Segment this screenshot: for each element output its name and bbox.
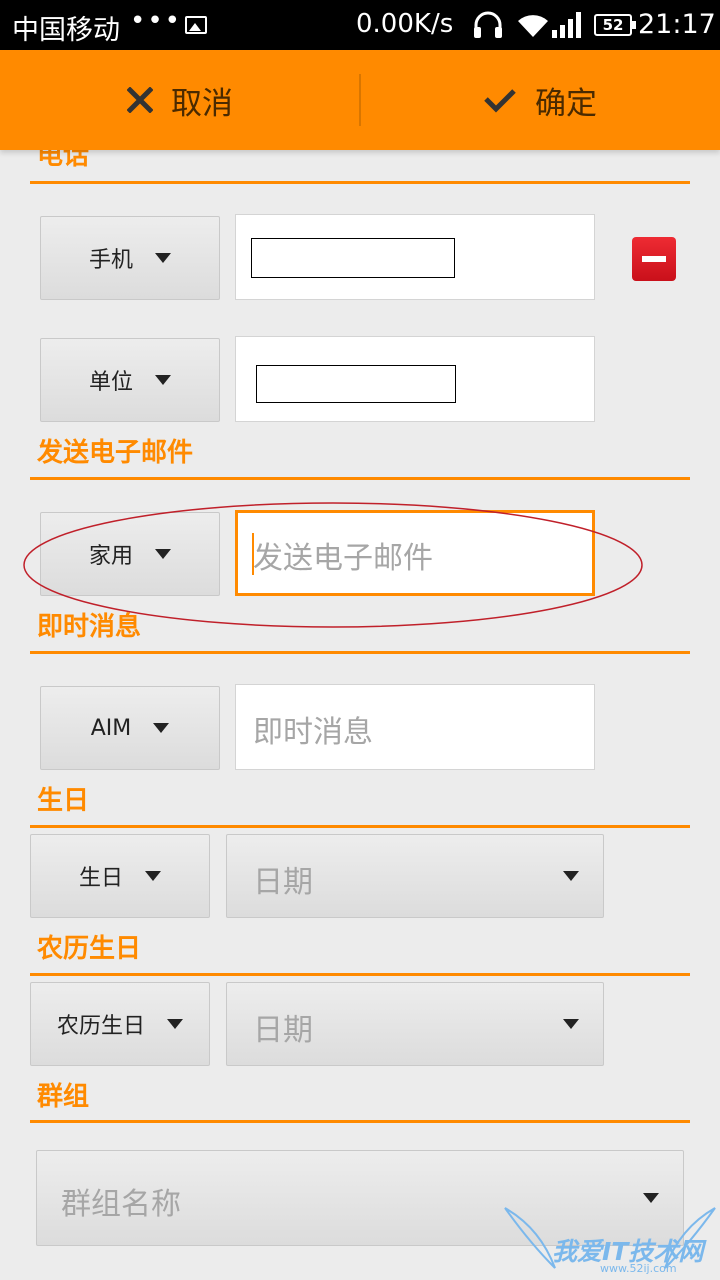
email-input[interactable]: 发送电子邮件 <box>235 510 595 596</box>
notification-dots: ••• <box>130 6 183 36</box>
action-bar: 取消 确定 <box>0 50 720 150</box>
im-section-title: 即时消息 <box>37 612 142 642</box>
chevron-down-icon <box>167 1019 183 1029</box>
chevron-down-icon <box>563 1019 579 1029</box>
im-input[interactable]: 即时消息 <box>235 684 595 770</box>
phone-number-field-work[interactable] <box>235 336 595 422</box>
chevron-down-icon <box>145 871 161 881</box>
phone-type-label: 单位 <box>88 370 133 395</box>
im-placeholder: 即时消息 <box>253 715 373 750</box>
section-divider <box>30 825 690 828</box>
birthday-section-title: 生日 <box>37 786 90 816</box>
clock: 21:17 <box>638 9 716 40</box>
chevron-down-icon <box>155 375 171 385</box>
section-divider <box>30 1120 690 1123</box>
phone-type-work-dropdown[interactable]: 单位 <box>40 338 220 422</box>
email-placeholder: 发送电子邮件 <box>253 541 433 576</box>
date-placeholder: 日期 <box>253 1013 313 1048</box>
cancel-label: 取消 <box>171 85 233 122</box>
remove-phone-button[interactable] <box>632 237 676 281</box>
headset-icon <box>472 10 504 44</box>
date-placeholder: 日期 <box>253 865 313 900</box>
email-section-title: 发送电子邮件 <box>37 438 194 468</box>
chevron-down-icon <box>563 871 579 881</box>
section-divider <box>30 973 690 976</box>
lunar-birthday-section-title: 农历生日 <box>37 934 142 964</box>
wifi-icon <box>516 12 550 42</box>
lunar-birthday-type-dropdown[interactable]: 农历生日 <box>30 982 210 1066</box>
confirm-button[interactable]: 确定 <box>360 50 720 150</box>
check-icon <box>484 89 516 113</box>
confirm-label: 确定 <box>535 85 597 122</box>
group-placeholder: 群组名称 <box>61 1187 181 1222</box>
section-divider <box>30 651 690 654</box>
chevron-down-icon <box>153 723 170 733</box>
gallery-icon <box>185 16 207 34</box>
birthday-date-picker[interactable]: 日期 <box>226 834 604 918</box>
phone-type-label: 手机 <box>88 248 133 273</box>
im-type-label: AIM <box>90 715 132 741</box>
im-type-dropdown[interactable]: AIM <box>40 686 220 770</box>
chevron-down-icon <box>155 549 171 559</box>
redacted-value <box>256 365 456 403</box>
redacted-value <box>251 238 455 278</box>
section-divider <box>30 181 690 184</box>
group-section-title: 群组 <box>37 1082 90 1112</box>
signal-icon <box>552 12 584 42</box>
close-icon <box>127 87 153 113</box>
phone-type-mobile-dropdown[interactable]: 手机 <box>40 216 220 300</box>
watermark-url: www.52ij.com <box>600 1262 677 1275</box>
birthday-type-dropdown[interactable]: 生日 <box>30 834 210 918</box>
lunar-birthday-date-picker[interactable]: 日期 <box>226 982 604 1066</box>
phone-number-field-mobile[interactable] <box>235 214 595 300</box>
lunar-birthday-type-label: 农历生日 <box>56 1014 145 1039</box>
network-speed: 0.00K/s <box>356 9 454 39</box>
section-divider <box>30 477 690 480</box>
battery-icon: 52 <box>594 14 636 36</box>
chevron-down-icon <box>155 253 171 263</box>
email-type-dropdown[interactable]: 家用 <box>40 512 220 596</box>
birthday-type-label: 生日 <box>78 866 123 891</box>
status-bar: 中国移动 ••• 0.00K/s 52 21:17 <box>0 0 720 50</box>
email-type-label: 家用 <box>88 544 133 569</box>
carrier-name: 中国移动 <box>12 15 120 46</box>
cancel-button[interactable]: 取消 <box>0 50 360 150</box>
